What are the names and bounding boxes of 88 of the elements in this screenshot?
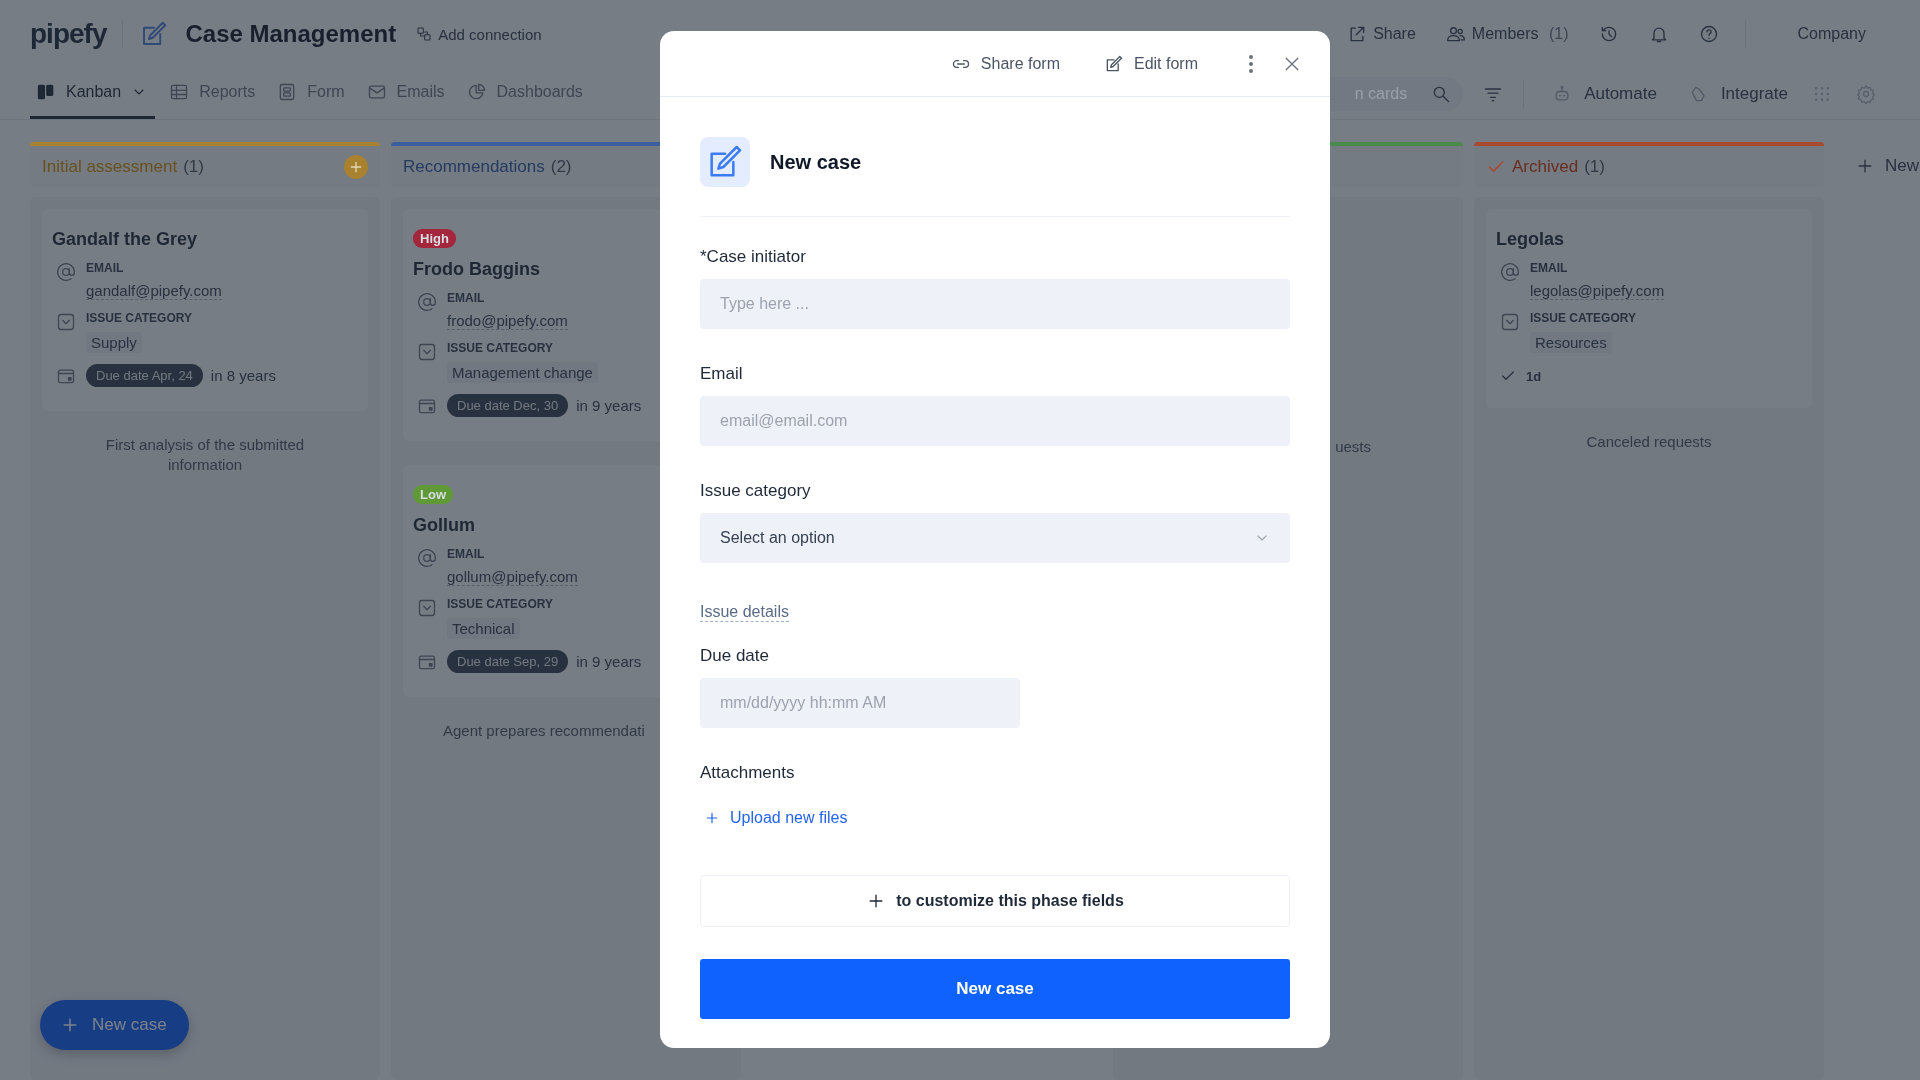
input-field[interactable]: Type here ...	[700, 279, 1290, 329]
field-label: ISSUE CATEGORY	[447, 597, 553, 611]
input-field[interactable]: email@email.com	[700, 396, 1290, 446]
share-form-button[interactable]: Share form	[946, 49, 1064, 78]
more-icon	[1248, 53, 1254, 74]
phase-title: Initial assessment	[42, 156, 178, 177]
category-tag: Technical	[447, 618, 520, 639]
add-connection-button[interactable]: Add connection	[412, 21, 546, 47]
view-tab[interactable]: Dashboards	[460, 68, 591, 119]
dropdown-field[interactable]: Select an option	[700, 513, 1290, 563]
view-tab[interactable]: Emails	[360, 68, 453, 119]
due-date-badge: Due date Sep, 29	[447, 650, 569, 673]
phase-title: Archived	[1512, 156, 1579, 177]
people-icon	[1445, 24, 1466, 44]
customize-fields-button[interactable]: to customize this phase fields	[700, 875, 1290, 927]
category-tag: Management change	[447, 362, 598, 383]
submit-button[interactable]: New case	[700, 959, 1290, 1019]
at-sign-icon	[417, 292, 437, 312]
section-link[interactable]: Issue details	[700, 603, 789, 622]
dropdown-field-icon	[56, 312, 76, 332]
email-value: gollum@pipefy.com	[447, 568, 578, 586]
help-icon	[1698, 24, 1719, 44]
relative-date: in 9 years	[576, 653, 642, 670]
add-card-button[interactable]	[344, 154, 368, 179]
share-button[interactable]: Share	[1343, 20, 1420, 48]
priority-label: Low	[413, 485, 453, 504]
at-sign-icon	[56, 262, 76, 282]
dialog-title: New case	[770, 150, 862, 174]
relative-date: in 9 years	[576, 397, 642, 414]
dropdown-field-icon	[1500, 312, 1520, 332]
organization-name[interactable]: Company	[1797, 25, 1866, 43]
table-icon	[169, 82, 190, 102]
email-value: gandalf@pipefy.com	[86, 282, 222, 300]
priority-label: High	[413, 229, 456, 248]
card-title: Legolas	[1496, 229, 1565, 250]
field-label: EMAIL	[447, 291, 485, 305]
phase-count: (1)	[183, 156, 204, 177]
category-tag: Supply	[86, 332, 142, 353]
phase-description: uests	[1334, 437, 1372, 457]
automate-button[interactable]: Automate	[1548, 79, 1661, 108]
form-icon	[700, 137, 750, 187]
integrate-button[interactable]: Integrate	[1684, 79, 1792, 108]
field-label: ISSUE CATEGORY	[86, 311, 192, 325]
upload-button[interactable]: Upload new files	[700, 805, 848, 831]
kanban-card[interactable]: Gandalf the Grey EMAIL gandalf@pipefy.com ISSUE CATEGORY Supply Due date Apr, 24 in 8 years	[42, 209, 368, 411]
field-label: EMAIL	[1530, 261, 1568, 275]
card-title: Gandalf the Grey	[52, 229, 198, 250]
date-field[interactable]: mm/dd/yyyy hh:mm AM	[700, 678, 1020, 728]
phase-count: (2)	[550, 156, 572, 177]
phase-description: Agent prepares recommendati	[442, 721, 646, 741]
field-label: ISSUE CATEGORY	[1530, 311, 1636, 325]
connection-icon	[416, 26, 433, 42]
pencil-square-icon	[1104, 53, 1124, 74]
due-date-badge: Due date Dec, 30	[447, 394, 569, 417]
new-phase-button[interactable]: New	[1835, 142, 1919, 186]
field-label: EMAIL	[86, 261, 124, 275]
at-sign-icon	[1500, 262, 1520, 282]
plus-icon	[704, 810, 720, 826]
view-tab[interactable]: Kanban	[30, 68, 156, 119]
dropdown-field-icon	[417, 342, 437, 362]
phase-count: (1)	[1584, 156, 1605, 177]
due-date-badge: Due date Apr, 24	[86, 364, 203, 387]
view-tab[interactable]: Reports	[163, 68, 264, 119]
at-sign-icon	[417, 548, 437, 568]
dropdown-field-icon	[417, 598, 437, 618]
kanban-card[interactable]: Legolas EMAIL legolas@pipefy.com ISSUE CATEGORY Resources 1d	[1486, 209, 1812, 408]
members-button[interactable]: Members (1)	[1441, 20, 1573, 48]
app-title: Case Management	[185, 20, 397, 48]
email-value: frodo@pipefy.com	[447, 312, 568, 330]
view-tab[interactable]: Form	[271, 68, 353, 119]
field-label: EMAIL	[447, 547, 485, 561]
columns-icon	[36, 82, 56, 102]
pie-chart-icon	[466, 82, 487, 102]
field-label: ISSUE CATEGORY	[447, 341, 553, 355]
card-title: Frodo Baggins	[413, 259, 540, 280]
card-title: Gollum	[413, 515, 475, 536]
phase-description: First analysis of the submitted information	[104, 435, 306, 475]
phase-description: Canceled requests	[1585, 432, 1713, 452]
email-value: legolas@pipefy.com	[1530, 282, 1665, 300]
phase-title: Recommendations	[403, 156, 545, 177]
category-tag: Resources	[1530, 332, 1612, 353]
settings-icon	[1856, 83, 1876, 104]
new-case-button[interactable]: New case	[40, 1000, 189, 1050]
logo[interactable]: pipefy	[30, 18, 107, 50]
field-label: Attachments	[700, 763, 796, 783]
relative-date: in 8 years	[210, 367, 276, 384]
completion-time: 1d	[1526, 368, 1542, 384]
edit-form-button[interactable]: Edit form	[1100, 49, 1202, 78]
